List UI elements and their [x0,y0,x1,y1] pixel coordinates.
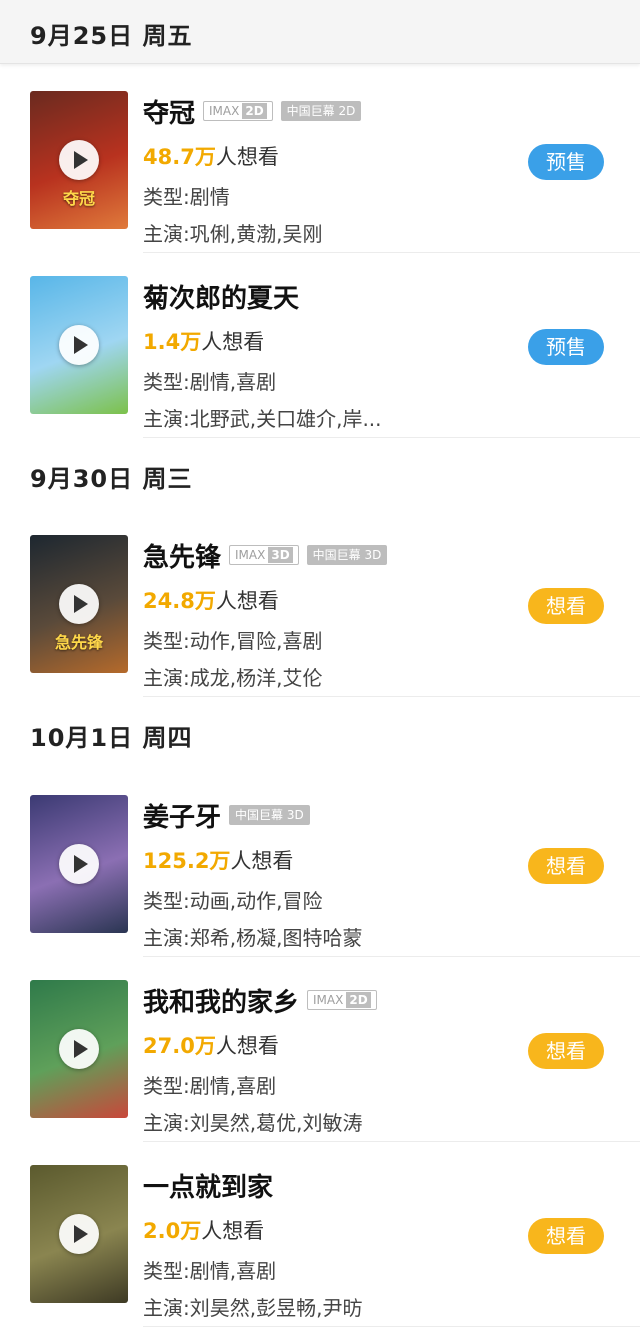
want-count-suffix: 人想看 [201,330,265,354]
want-count-suffix: 人想看 [215,145,279,169]
want-count: 24.8万人想看 [143,585,279,615]
title-row: 我和我的家乡 IMAX 2D [143,982,377,1018]
movie-item[interactable]: 我和我的家乡 IMAX 2D 27.0万人想看类型:剧情,喜剧主演:刘昊然,葛优,刘敏… [0,980,640,1165]
want-count-suffix: 人想看 [230,849,294,873]
movie-cast: 主演:郑希,杨凝,图特哈蒙 [143,926,363,950]
imax-badge-label: IMAX [235,548,266,562]
want-count-number: 1.4万 [143,330,202,354]
section-date-header: 10月1日 周四 [0,718,640,758]
imax-badge-dimension: 2D [242,103,267,119]
play-icon[interactable] [59,325,99,365]
section-date-text: 9月30日 周三 [30,465,193,493]
play-icon[interactable] [59,1214,99,1254]
want-count: 125.2万人想看 [143,845,293,875]
want-to-see-button[interactable]: 想看 [528,1218,604,1254]
movie-poster[interactable] [30,795,128,933]
item-divider [143,956,640,957]
item-divider [143,437,640,438]
movie-poster[interactable]: 夺冠 [30,91,128,229]
want-count-number: 2.0万 [143,1219,202,1243]
movie-title[interactable]: 急先锋 [143,537,221,574]
want-count-number: 27.0万 [143,1034,216,1058]
want-count: 1.4万人想看 [143,326,264,356]
date-header-text: 9月25日 周五 [30,22,193,50]
movie-item[interactable]: 一点就到家 2.0万人想看类型:剧情,喜剧主演:刘昊然,彭昱畅,尹昉 想看 [0,1165,640,1334]
movie-title[interactable]: 姜子牙 [143,797,221,834]
want-count-number: 48.7万 [143,145,216,169]
china-giant-screen-badge: 中国巨幕 3D [229,805,310,825]
section-date-text: 10月1日 周四 [30,724,193,752]
movie-cast: 主演:刘昊然,葛优,刘敏涛 [143,1111,363,1135]
movie-poster[interactable] [30,1165,128,1303]
play-icon[interactable] [59,140,99,180]
item-divider [143,696,640,697]
movie-poster[interactable]: 急先锋 [30,535,128,673]
movie-genre: 类型:动作,冒险,喜剧 [143,629,323,653]
movie-genre: 类型:剧情,喜剧 [143,1259,277,1283]
want-to-see-button[interactable]: 想看 [528,848,604,884]
china-giant-screen-badge: 中国巨幕 3D [306,545,388,565]
item-divider [143,1326,640,1327]
china-giant-screen-badge: 中国巨幕 2D [280,101,362,121]
movie-cast: 主演:北野武,关口雄介,岸... [143,407,382,431]
imax-badge-dimension: 3D [268,547,293,563]
movie-cast: 主演:巩俐,黄渤,吴刚 [143,222,323,246]
want-count-suffix: 人想看 [201,1219,265,1243]
presale-button[interactable]: 预售 [528,329,604,365]
play-icon[interactable] [59,844,99,884]
movie-poster[interactable] [30,980,128,1118]
movie-item[interactable]: 姜子牙 中国巨幕 3D 125.2万人想看类型:动画,动作,冒险主演:郑希,杨凝,图… [0,795,640,980]
item-divider [143,252,640,253]
want-to-see-button[interactable]: 想看 [528,1033,604,1069]
movie-cast: 主演:成龙,杨洋,艾伦 [143,666,323,690]
title-row: 菊次郎的夏天 [143,278,299,314]
sticky-date-header: 9月25日 周五 [0,0,640,64]
want-count: 48.7万人想看 [143,141,279,171]
play-icon[interactable] [59,584,99,624]
want-count-number: 24.8万 [143,589,216,613]
poster-title-text: 夺冠 [62,189,95,208]
movie-title[interactable]: 夺冠 [143,93,195,130]
movie-title[interactable]: 一点就到家 [143,1167,273,1204]
section-date-header: 9月30日 周三 [0,459,640,499]
title-row: 一点就到家 [143,1167,273,1203]
want-to-see-button[interactable]: 想看 [528,588,604,624]
movie-item[interactable]: 夺冠 夺冠 IMAX 2D 中国巨幕 2D 48.7万人想看 类型:剧情 主演:巩俐,黄渤,吴… [0,91,640,276]
title-row: 姜子牙 中国巨幕 3D [143,797,310,833]
imax-badge: IMAX 2D [307,990,377,1010]
imax-badge: IMAX 2D [203,101,273,121]
movie-genre: 类型:动画,动作,冒险 [143,889,323,913]
want-count-suffix: 人想看 [215,1034,279,1058]
movie-genre: 类型:剧情,喜剧 [143,1074,277,1098]
imax-badge-label: IMAX [209,104,240,118]
want-count-suffix: 人想看 [215,589,279,613]
play-icon[interactable] [59,1029,99,1069]
movie-cast: 主演:刘昊然,彭昱畅,尹昉 [143,1296,363,1320]
title-row: 夺冠 IMAX 2D 中国巨幕 2D [143,93,362,130]
want-count: 27.0万人想看 [143,1030,279,1060]
imax-badge-dimension: 2D [346,992,371,1008]
imax-badge-label: IMAX [313,993,344,1007]
movie-genre: 类型:剧情 [143,185,230,209]
want-count-number: 125.2万 [143,849,231,873]
poster-title-text: 急先锋 [54,633,103,652]
title-row: 急先锋 IMAX 3D 中国巨幕 3D [143,537,388,574]
movie-title[interactable]: 我和我的家乡 [143,982,299,1019]
movie-item[interactable]: 菊次郎的夏天 1.4万人想看类型:剧情,喜剧主演:北野武,关口雄介,岸... 预售 [0,276,640,461]
item-divider [143,1141,640,1142]
want-count: 2.0万人想看 [143,1215,264,1245]
movie-title[interactable]: 菊次郎的夏天 [143,278,299,315]
presale-button[interactable]: 预售 [528,144,604,180]
movie-poster[interactable] [30,276,128,414]
movie-genre: 类型:剧情,喜剧 [143,370,277,394]
movie-item[interactable]: 急先锋 急先锋 IMAX 3D 中国巨幕 3D 24.8万人想看 类型:动作,冒险,喜剧 主演… [0,535,640,720]
imax-badge: IMAX 3D [229,545,299,565]
